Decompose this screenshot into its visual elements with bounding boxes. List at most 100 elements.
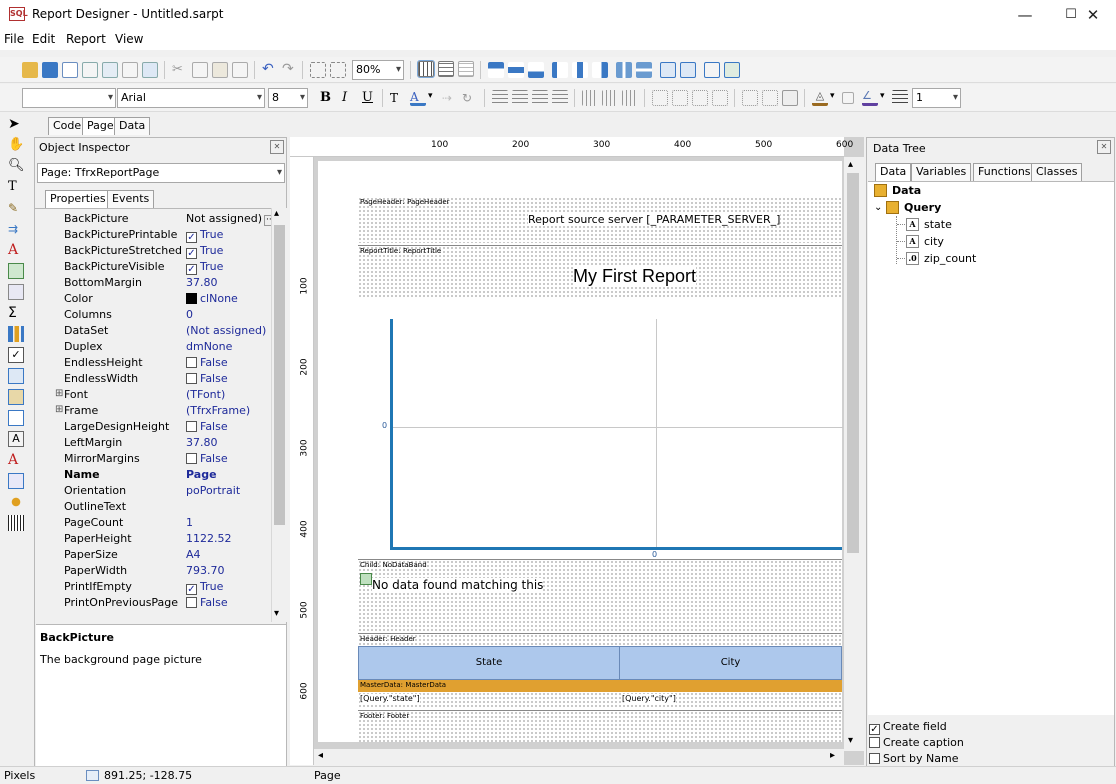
scroll-thumb[interactable] — [847, 173, 859, 553]
field-city[interactable]: [Query."city"] — [622, 694, 676, 703]
frame-right-icon[interactable] — [712, 90, 728, 106]
master-data-body[interactable]: [Query."state"] [Query."city"] — [358, 692, 842, 708]
tab-data-tree-data[interactable]: Data — [875, 163, 912, 181]
line-object-icon[interactable] — [8, 410, 24, 426]
property-row[interactable]: LargeDesignHeight False — [35, 419, 271, 435]
text-object-icon[interactable]: A — [8, 242, 24, 258]
fit-to-grid-icon[interactable] — [458, 61, 474, 77]
rotation-icon[interactable]: ↻ — [462, 90, 478, 106]
property-value[interactable]: False — [186, 420, 228, 433]
sum-icon[interactable]: Σ — [8, 305, 24, 321]
space-vert-icon[interactable] — [636, 62, 652, 78]
property-row[interactable]: EndlessHeight False — [35, 355, 271, 371]
checkbox-object-icon[interactable]: ✓ — [8, 347, 24, 363]
align-middle-icon[interactable] — [572, 62, 588, 78]
frame-top-icon[interactable] — [652, 90, 668, 106]
property-row[interactable]: BottomMargin 37.80 — [35, 275, 271, 291]
property-row[interactable]: PaperSize A4 — [35, 547, 271, 563]
data-tree-option[interactable]: Sort by Name — [869, 752, 959, 765]
highlight-icon[interactable]: ⇢ — [442, 90, 458, 106]
property-value[interactable]: dmNone — [186, 340, 232, 353]
shape-object-icon[interactable] — [8, 494, 24, 510]
menu-file[interactable]: File — [4, 32, 24, 46]
property-row[interactable]: DataSet (Not assigned) — [35, 323, 271, 339]
data-tree-option[interactable]: Create caption — [869, 736, 964, 749]
text-middle-icon[interactable] — [602, 90, 618, 106]
fill-color-icon[interactable]: ◬ — [812, 90, 828, 106]
unchecked-checkbox-icon[interactable] — [186, 357, 197, 368]
report-page[interactable]: PageHeader: PageHeader Report source ser… — [318, 161, 843, 742]
style-select[interactable]: ▾ — [22, 88, 116, 108]
align-top-icon[interactable] — [552, 62, 568, 78]
frame-width-select[interactable]: 1 — [912, 88, 944, 108]
align-left-icon[interactable] — [488, 62, 504, 78]
property-scrollbar[interactable]: ▴ ▾ — [271, 208, 287, 622]
same-height-icon[interactable] — [724, 62, 740, 78]
font-color-icon[interactable]: A — [410, 90, 426, 106]
checked-checkbox-icon[interactable]: ✓ — [186, 264, 197, 275]
frame-style-icon[interactable] — [892, 90, 908, 106]
design-canvas[interactable]: 100 200 300 400 500 600 100 200 300 400 … — [290, 137, 864, 765]
menu-report[interactable]: Report — [66, 32, 106, 46]
subreport-icon[interactable] — [8, 284, 24, 300]
picture-object-icon[interactable] — [8, 263, 24, 279]
property-row[interactable]: LeftMargin 37.80 — [35, 435, 271, 451]
field-state[interactable]: [Query."state"] — [360, 694, 420, 703]
chevron-left-icon[interactable]: ◂ — [318, 750, 323, 761]
property-value[interactable]: ✓ True — [186, 244, 223, 259]
chevron-down-icon[interactable]: ▾ — [880, 91, 885, 101]
preview-icon[interactable] — [62, 62, 78, 78]
show-grid-icon[interactable] — [417, 60, 435, 78]
property-value[interactable]: (TFont) — [186, 388, 225, 401]
tree-field[interactable]: zip_count — [924, 252, 976, 265]
system-text-icon[interactable]: A — [8, 452, 24, 468]
property-row[interactable]: OutlineText — [35, 499, 271, 515]
tab-events[interactable]: Events — [107, 190, 155, 208]
property-value[interactable]: ✓ True — [186, 260, 223, 275]
text-align-left-icon[interactable] — [492, 90, 508, 106]
space-horz-icon[interactable] — [616, 62, 632, 78]
new-dialog-icon[interactable] — [102, 62, 118, 78]
barcode-object-icon[interactable] — [8, 515, 24, 531]
property-value[interactable]: 1 — [186, 516, 193, 529]
tab-variables[interactable]: Variables — [911, 163, 972, 181]
delete-page-icon[interactable] — [122, 62, 138, 78]
underline-button[interactable]: U — [362, 90, 373, 105]
property-value[interactable]: Page — [186, 468, 217, 481]
frame-left-icon[interactable] — [692, 90, 708, 106]
property-row[interactable]: PrintOnPreviousPage False — [35, 595, 271, 611]
chevron-down-icon[interactable]: ▾ — [274, 608, 279, 619]
memo-object-icon[interactable]: A — [8, 431, 24, 447]
canvas-hscrollbar[interactable]: ◂ ▸ — [314, 749, 844, 765]
property-row[interactable]: MirrorMargins False — [35, 451, 271, 467]
property-value[interactable]: 37.80 — [186, 436, 218, 449]
report-title-band[interactable]: ReportTitle: ReportTitle My First Report — [358, 245, 842, 297]
center-horz-icon[interactable] — [660, 62, 676, 78]
insert-band-icon[interactable]: ⇉ — [8, 221, 24, 237]
align-right-icon[interactable] — [528, 62, 544, 78]
child-band[interactable]: Child: NoDataBand No data found matching… — [358, 559, 842, 631]
unchecked-checkbox-icon[interactable] — [869, 753, 880, 764]
chevron-down-icon[interactable]: ▾ — [830, 91, 835, 101]
tree-root[interactable]: Data — [892, 184, 921, 197]
tab-functions[interactable]: Functions — [973, 163, 1036, 181]
property-row[interactable]: ⊞ Frame (TfrxFrame) — [35, 403, 271, 419]
chevron-up-icon[interactable]: ▴ — [274, 208, 279, 219]
tree-field[interactable]: state — [924, 218, 952, 231]
property-row[interactable]: Orientation poPortrait — [35, 483, 271, 499]
tab-data[interactable]: Data — [114, 117, 151, 135]
property-value[interactable]: False — [186, 596, 228, 609]
new-page-icon[interactable] — [82, 62, 98, 78]
align-to-grid-icon[interactable] — [438, 61, 454, 77]
text-justify-icon[interactable] — [552, 90, 568, 106]
checked-checkbox-icon[interactable]: ✓ — [186, 584, 197, 595]
property-row[interactable]: PaperWidth 793.70 — [35, 563, 271, 579]
select-tool-icon[interactable]: ➤ — [8, 116, 24, 132]
checked-checkbox-icon[interactable]: ✓ — [869, 724, 880, 735]
property-row[interactable]: BackPicturePrintable ✓ True — [35, 227, 271, 243]
text-bottom-icon[interactable] — [622, 90, 638, 106]
page-header-band[interactable]: PageHeader: PageHeader Report source ser… — [358, 197, 842, 243]
font-name-select[interactable]: Arial ▾ — [117, 88, 265, 108]
frame-width-dropdown[interactable]: ▾ — [943, 88, 961, 108]
property-row[interactable]: Name Page — [35, 467, 271, 483]
